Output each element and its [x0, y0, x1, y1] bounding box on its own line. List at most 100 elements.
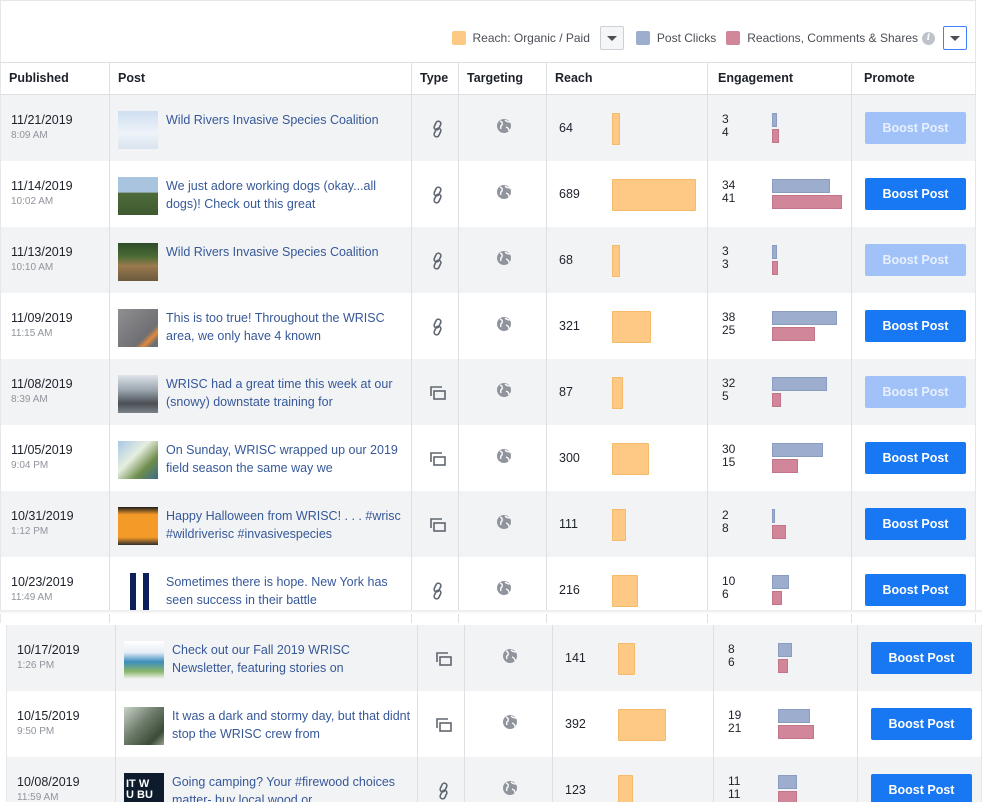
published-cell: 10/17/2019 1:26 PM	[7, 625, 116, 691]
post-thumbnail[interactable]	[118, 441, 158, 479]
post-link[interactable]: Sometimes there is hope. New York has se…	[166, 573, 406, 609]
promote-cell: Boost Post	[852, 425, 975, 491]
post-clicks-bar	[778, 643, 792, 657]
published-time: 1:26 PM	[17, 660, 55, 671]
boost-post-button[interactable]: Boost Post	[865, 574, 966, 606]
post-thumbnail[interactable]	[118, 507, 158, 545]
post-thumbnail[interactable]	[124, 641, 164, 679]
boost-post-button[interactable]: Boost Post	[871, 708, 972, 740]
published-time: 8:09 AM	[11, 130, 48, 141]
table-row[interactable]: 10/17/2019 1:26 PM Check out our Fall 2019…	[6, 625, 982, 691]
table-row[interactable]: 11/09/2019 11:15 AM This is too true! Thro…	[0, 293, 976, 359]
column-header-reach[interactable]: Reach	[547, 63, 708, 94]
published-cell: 11/09/2019 11:15 AM	[1, 293, 110, 359]
reach-dropdown[interactable]	[599, 26, 624, 50]
boost-post-button[interactable]: Boost Post	[865, 178, 966, 210]
published-time: 9:04 PM	[11, 460, 49, 471]
reach-bar	[618, 643, 635, 675]
clicks-legend-label: Post Clicks	[656, 31, 717, 45]
post-link[interactable]: Check out our Fall 2019 WRISC Newsletter…	[172, 641, 412, 677]
published-date: 11/13/2019	[11, 245, 73, 259]
post-clicks-bar	[772, 113, 777, 127]
published-date: 11/09/2019	[11, 311, 73, 325]
globe-icon	[502, 780, 520, 798]
post-thumbnail[interactable]	[118, 111, 158, 149]
post-clicks-bar	[772, 311, 837, 325]
post-link[interactable]: Wild Rivers Invasive Species Coalition	[166, 111, 406, 147]
boost-post-button[interactable]: Boost Post	[865, 376, 966, 408]
post-link[interactable]: We just adore working dogs (okay...all d…	[166, 177, 406, 213]
link-icon	[428, 119, 448, 139]
column-header-promote[interactable]: Promote	[852, 63, 975, 94]
post-thumbnail[interactable]	[118, 177, 158, 215]
boost-post-button[interactable]: Boost Post	[865, 244, 966, 276]
post-link[interactable]: It was a dark and stormy day, but that d…	[172, 707, 412, 743]
reach-cell: 111	[547, 491, 708, 557]
published-date: 10/17/2019	[17, 643, 80, 657]
post-thumbnail[interactable]	[118, 243, 158, 281]
reach-bar	[612, 509, 626, 541]
post-link[interactable]: On Sunday, WRISC wrapped up our 2019 fie…	[166, 441, 406, 477]
engagement-values: 33	[722, 245, 729, 271]
promote-cell: Boost Post	[852, 293, 975, 359]
engagement-values: 28	[722, 509, 729, 535]
boost-post-button[interactable]: Boost Post	[871, 774, 972, 802]
column-header-engagement[interactable]: Engagement	[708, 63, 852, 94]
post-thumbnail[interactable]	[118, 573, 158, 611]
reach-cell: 300	[547, 425, 708, 491]
globe-icon	[496, 514, 514, 532]
boost-post-button[interactable]: Boost Post	[865, 508, 966, 540]
table-row[interactable]: 11/05/2019 9:04 PM On Sunday, WRISC wrappe…	[0, 425, 976, 491]
post-clicks-bar	[772, 377, 827, 391]
reactions-value: 41	[722, 191, 736, 205]
reactions-value: 5	[722, 389, 729, 403]
boost-post-button[interactable]: Boost Post	[871, 642, 972, 674]
table-row[interactable]: 11/08/2019 8:39 AM WRISC had a great time …	[0, 359, 976, 425]
targeting-cell	[459, 95, 547, 161]
column-header-post[interactable]: Post	[110, 63, 412, 94]
table-row[interactable]: 11/21/2019 8:09 AM Wild Rivers Invasive Sp…	[0, 95, 976, 161]
type-cell	[412, 425, 459, 491]
link-icon	[428, 581, 448, 601]
post-cell: WRISC had a great time this week at our …	[110, 359, 412, 425]
post-thumbnail[interactable]: IT W U BU	[124, 773, 164, 802]
engagement-dropdown[interactable]	[943, 26, 967, 50]
published-date: 10/15/2019	[17, 709, 80, 723]
boost-post-button[interactable]: Boost Post	[865, 112, 966, 144]
table-row[interactable]: 10/15/2019 9:50 PM It was a dark and storm…	[6, 691, 982, 757]
table-row[interactable]: 10/08/2019 11:59 AM IT W U BU Going camping…	[6, 757, 982, 802]
boost-post-button[interactable]: Boost Post	[865, 442, 966, 474]
post-thumbnail[interactable]	[124, 707, 164, 745]
post-clicks-bar	[778, 775, 797, 789]
published-date: 11/14/2019	[11, 179, 73, 193]
table-row[interactable]: 11/13/2019 10:10 AM Wild Rivers Invasive S…	[0, 227, 976, 293]
post-clicks-bar	[772, 443, 823, 457]
post-link[interactable]: Going camping? Your #firewood choices ma…	[172, 773, 412, 802]
post-thumbnail[interactable]	[118, 375, 158, 413]
table-row[interactable]: 10/31/2019 1:12 PM Happy Halloween from WR…	[0, 491, 976, 557]
reactions-bar	[778, 659, 788, 673]
table-row[interactable]: 11/14/2019 10:02 AM We just adore working …	[0, 161, 976, 227]
reactions-value: 15	[722, 455, 736, 469]
column-header-type[interactable]: Type	[412, 63, 459, 94]
info-icon[interactable]: i	[922, 31, 935, 45]
type-cell	[412, 95, 459, 161]
post-clicks-bar	[772, 509, 775, 523]
column-header-published[interactable]: Published	[1, 63, 110, 94]
post-clicks-bar	[772, 179, 830, 193]
post-link[interactable]: Happy Halloween from WRISC! . . . #wrisc…	[166, 507, 406, 543]
post-link[interactable]: Wild Rivers Invasive Species Coalition	[166, 243, 406, 279]
album-icon	[434, 649, 454, 669]
globe-icon	[496, 580, 514, 598]
promote-cell: Boost Post	[852, 227, 975, 293]
post-link[interactable]: WRISC had a great time this week at our …	[166, 375, 406, 411]
reach-value: 321	[559, 319, 580, 333]
boost-post-button[interactable]: Boost Post	[865, 310, 966, 342]
reach-bar	[618, 775, 633, 802]
column-header-targeting[interactable]: Targeting	[459, 63, 547, 94]
post-link[interactable]: This is too true! Throughout the WRISC a…	[166, 309, 406, 345]
legend-items: Reach: Organic / Paid Post Clicks Reacti…	[451, 25, 967, 51]
post-thumbnail[interactable]	[118, 309, 158, 347]
published-cell: 11/14/2019 10:02 AM	[1, 161, 110, 227]
reach-cell: 123	[553, 757, 714, 802]
